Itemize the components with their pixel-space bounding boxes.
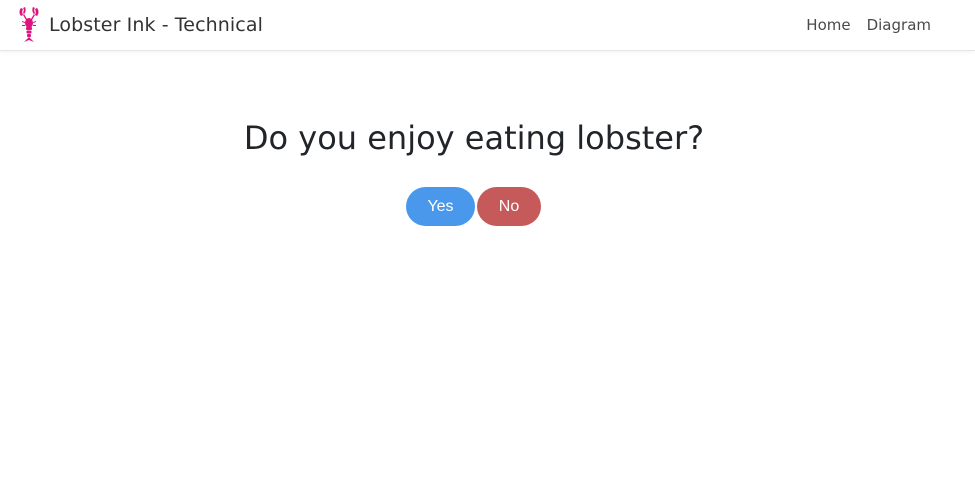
- brand-link[interactable]: Lobster Ink - Technical: [18, 6, 263, 44]
- nav-link-diagram[interactable]: Diagram: [867, 16, 931, 34]
- brand-title: Lobster Ink - Technical: [49, 14, 263, 36]
- no-button[interactable]: No: [477, 187, 541, 226]
- lobster-icon: [18, 7, 40, 43]
- question-heading: Do you enjoy eating lobster?: [243, 119, 705, 157]
- navbar: Lobster Ink - Technical Home Diagram: [0, 0, 975, 51]
- yes-button[interactable]: Yes: [406, 187, 475, 226]
- nav-link-home[interactable]: Home: [806, 16, 850, 34]
- answer-buttons: Yes No: [406, 187, 541, 226]
- nav-links: Home Diagram: [790, 0, 931, 50]
